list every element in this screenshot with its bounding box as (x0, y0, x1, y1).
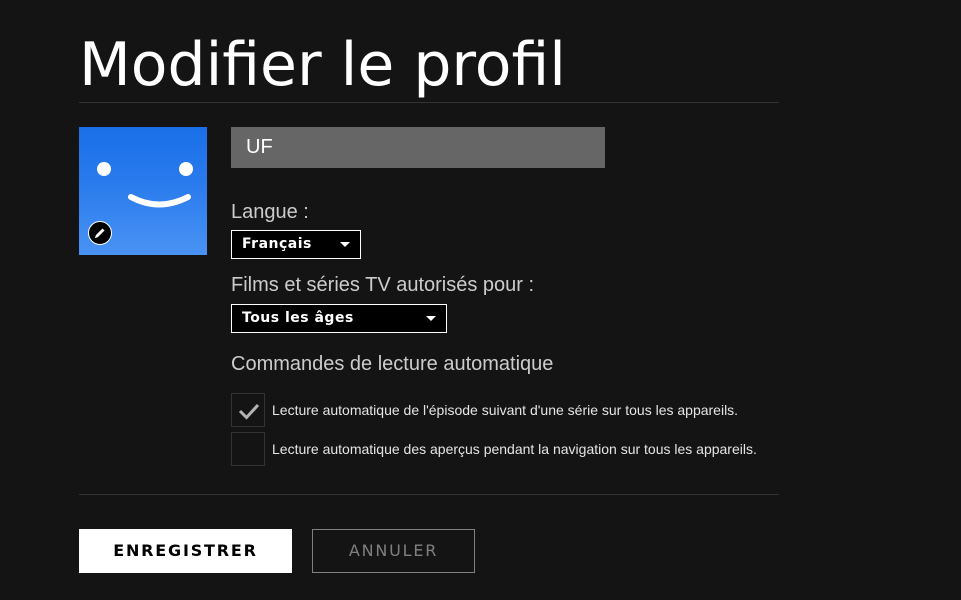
autoplay-previews-label: Lecture automatique des aperçus pendant … (272, 441, 757, 457)
maturity-dropdown[interactable]: Tous les âges (231, 304, 447, 333)
save-button[interactable]: ENREGISTRER (79, 529, 292, 573)
autoplay-heading: Commandes de lecture automatique (231, 353, 554, 375)
autoplay-previews-checkbox[interactable] (231, 432, 265, 466)
edit-profile-page: Modifier le profil Langue : Français Fil… (0, 0, 961, 600)
language-label: Langue : (231, 201, 309, 223)
edit-avatar-button[interactable] (88, 221, 112, 245)
cancel-button[interactable]: ANNULER (312, 529, 475, 573)
page-title: Modifier le profil (79, 30, 566, 100)
language-dropdown[interactable]: Français (231, 230, 361, 259)
top-divider (79, 102, 779, 103)
maturity-selected-value: Tous les âges (242, 310, 354, 326)
maturity-label: Films et séries TV autorisés pour : (231, 274, 535, 296)
checkmark-icon (238, 403, 260, 420)
profile-name-input[interactable] (231, 127, 605, 168)
chevron-down-icon (340, 242, 350, 247)
chevron-down-icon (426, 316, 436, 321)
autoplay-next-episode-checkbox[interactable] (231, 393, 265, 427)
autoplay-next-episode-label: Lecture automatique de l'épisode suivant… (272, 402, 739, 418)
bottom-divider (79, 494, 779, 495)
language-selected-value: Français (242, 236, 312, 252)
pencil-icon (95, 228, 105, 238)
